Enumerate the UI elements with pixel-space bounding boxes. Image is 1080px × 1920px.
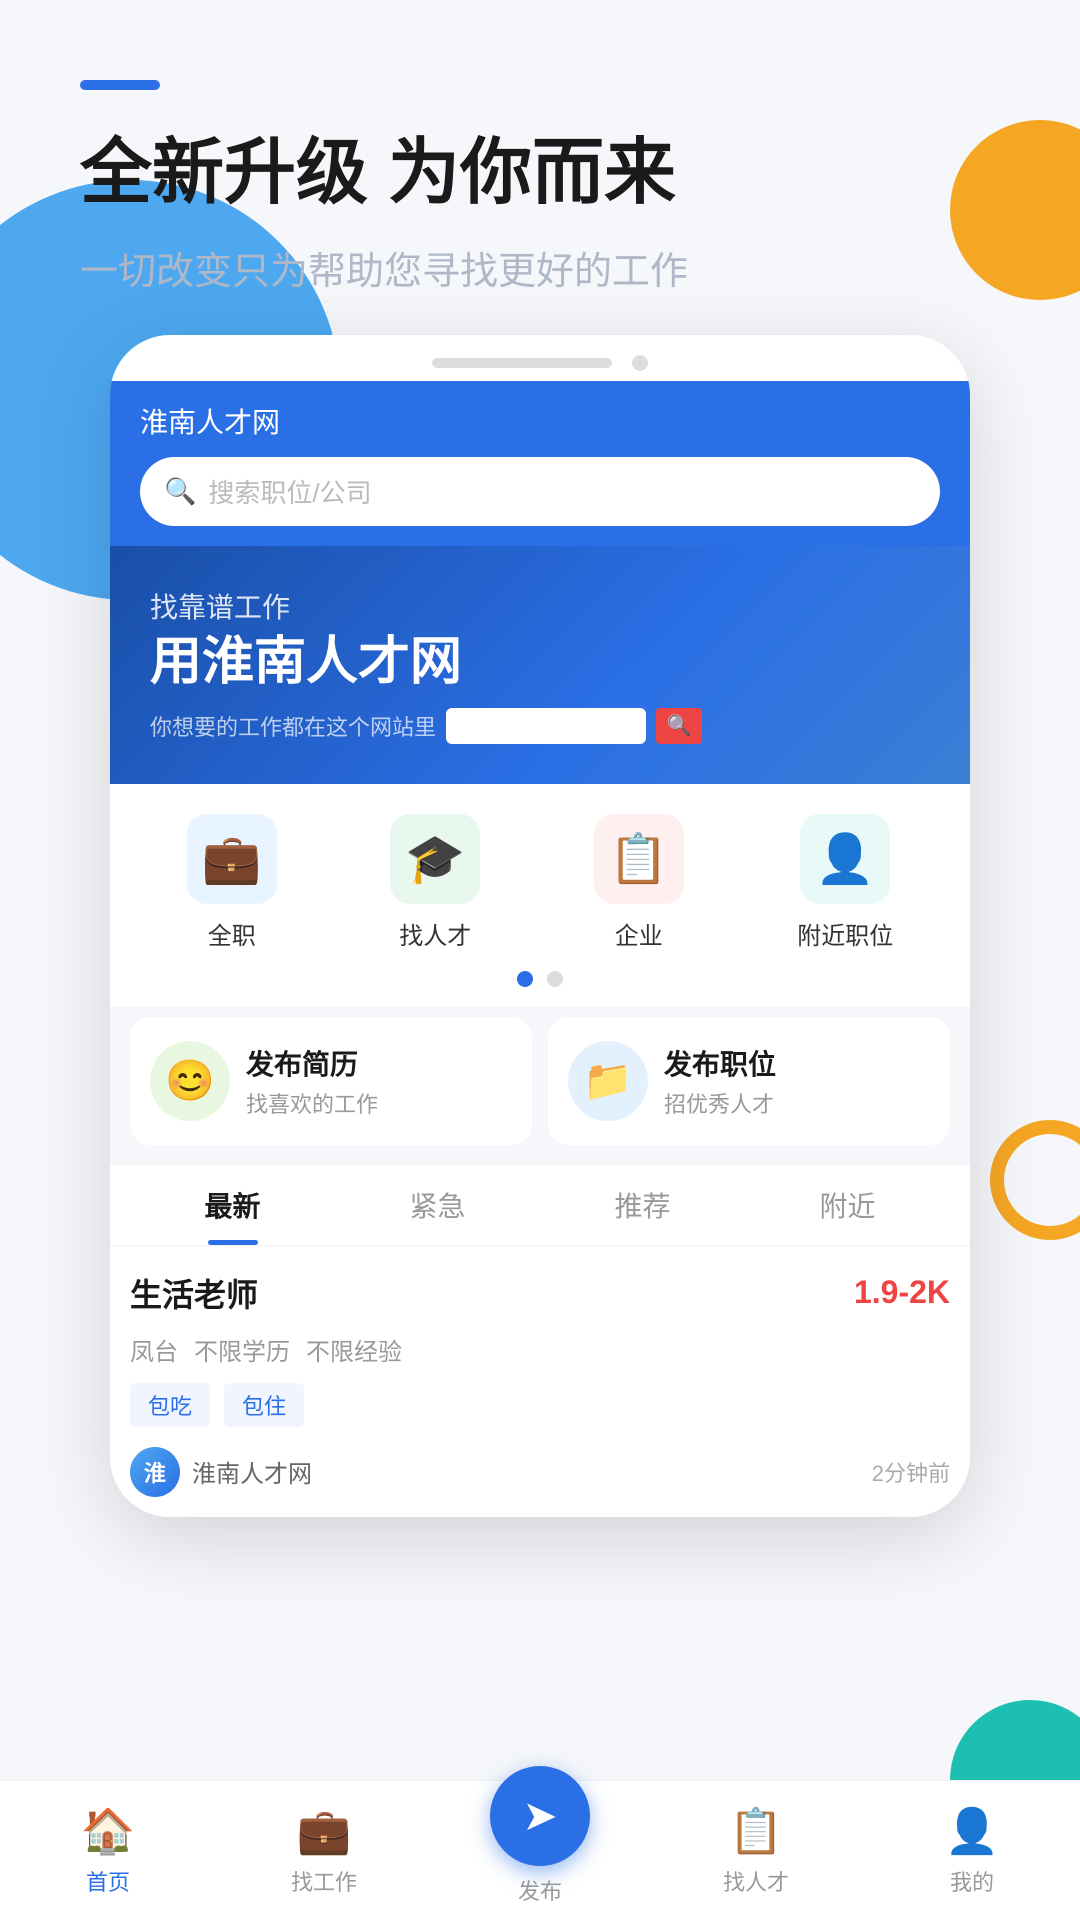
nav-find-job[interactable]: 💼 找工作 bbox=[216, 1781, 432, 1920]
job-tag-experience: 不限经验 bbox=[306, 1332, 402, 1367]
job-listing[interactable]: 生活老师 1.9-2K 凤台 不限学历 不限经验 包吃 包住 淮 淮南人才网 2… bbox=[110, 1246, 970, 1517]
dot-2 bbox=[547, 971, 563, 987]
search-icon: 🔍 bbox=[164, 476, 196, 507]
page-subtitle: 一切改变只为帮助您寻找更好的工作 bbox=[80, 240, 1000, 295]
benefit-tag-housing: 包住 bbox=[224, 1383, 304, 1427]
nav-publish[interactable]: ➤ 发布 bbox=[432, 1781, 648, 1920]
category-item-talent[interactable]: 🎓 找人才 bbox=[390, 814, 480, 951]
nav-home[interactable]: 🏠 首页 bbox=[0, 1781, 216, 1920]
nav-find-talent[interactable]: 📋 找人才 bbox=[648, 1781, 864, 1920]
benefit-tag-food: 包吃 bbox=[130, 1383, 210, 1427]
publish-circle: ➤ bbox=[490, 1766, 590, 1866]
banner-tagline: 你想要的工作都在这个网站里 bbox=[150, 710, 436, 742]
job-tags-row: 凤台 不限学历 不限经验 bbox=[130, 1332, 950, 1367]
action-card-job[interactable]: 📁 发布职位 招优秀人才 bbox=[548, 1017, 950, 1145]
job-tag-location: 凤台 bbox=[130, 1332, 178, 1367]
category-grid: 💼 全职 🎓 找人才 📋 企业 👤 附近职位 bbox=[110, 784, 970, 961]
category-icon-talent: 🎓 bbox=[390, 814, 480, 904]
tabs-row: 最新 紧急 推荐 附近 bbox=[110, 1165, 970, 1246]
find-talent-icon: 📋 bbox=[729, 1805, 784, 1857]
app-name: 淮南人才网 bbox=[140, 401, 940, 441]
app-header: 淮南人才网 🔍 搜索职位/公司 bbox=[110, 381, 970, 546]
nav-find-job-label: 找工作 bbox=[291, 1865, 357, 1897]
job-tag-education: 不限学历 bbox=[194, 1332, 290, 1367]
profile-icon: 👤 bbox=[945, 1805, 1000, 1857]
category-icon-enterprise: 📋 bbox=[594, 814, 684, 904]
nav-publish-label: 发布 bbox=[518, 1874, 562, 1906]
publish-icon: ➤ bbox=[522, 1791, 557, 1840]
phone-notch bbox=[110, 335, 970, 381]
header-dash bbox=[80, 80, 160, 90]
job-footer: 淮 淮南人才网 2分钟前 bbox=[130, 1447, 950, 1497]
banner-search-box[interactable] bbox=[446, 708, 646, 744]
tab-urgent[interactable]: 紧急 bbox=[335, 1165, 540, 1245]
resume-card-sub: 找喜欢的工作 bbox=[246, 1087, 378, 1119]
home-icon: 🏠 bbox=[81, 1805, 136, 1857]
bottom-nav: 🏠 首页 💼 找工作 ➤ 发布 📋 找人才 👤 我的 bbox=[0, 1780, 1080, 1920]
category-icon-nearby: 👤 bbox=[800, 814, 890, 904]
job-post-icon: 📁 bbox=[568, 1041, 648, 1121]
nav-home-label: 首页 bbox=[86, 1865, 130, 1897]
tab-recommend[interactable]: 推荐 bbox=[540, 1165, 745, 1245]
nav-find-talent-label: 找人才 bbox=[723, 1865, 789, 1897]
bg-decor-circle-orange-mid bbox=[990, 1120, 1080, 1240]
tab-nearby[interactable]: 附近 bbox=[745, 1165, 950, 1245]
banner-line1: 找靠谱工作 bbox=[150, 586, 930, 626]
find-job-icon: 💼 bbox=[297, 1805, 352, 1857]
category-label-nearby: 附近职位 bbox=[797, 916, 893, 951]
job-salary: 1.9-2K bbox=[854, 1274, 950, 1311]
action-cards: 😊 发布简历 找喜欢的工作 📁 发布职位 招优秀人才 bbox=[110, 1007, 970, 1165]
company-name: 淮南人才网 bbox=[192, 1454, 312, 1489]
banner-subtitle: 你想要的工作都在这个网站里 🔍 bbox=[150, 708, 930, 744]
category-label-talent: 找人才 bbox=[399, 916, 471, 951]
tab-latest[interactable]: 最新 bbox=[130, 1165, 335, 1245]
banner: 找靠谱工作 用淮南人才网 你想要的工作都在这个网站里 🔍 bbox=[110, 546, 970, 783]
job-benefit-tags: 包吃 包住 bbox=[130, 1383, 950, 1427]
category-icon-fulltime: 💼 bbox=[187, 814, 277, 904]
notch-bar bbox=[432, 358, 612, 368]
category-item-enterprise[interactable]: 📋 企业 bbox=[594, 814, 684, 951]
post-time: 2分钟前 bbox=[872, 1456, 950, 1488]
category-label-fulltime: 全职 bbox=[208, 916, 256, 951]
resume-card-title: 发布简历 bbox=[246, 1043, 378, 1083]
header-section: 全新升级 为你而来 一切改变只为帮助您寻找更好的工作 bbox=[0, 0, 1080, 295]
nav-profile[interactable]: 👤 我的 bbox=[864, 1781, 1080, 1920]
job-listing-header: 生活老师 1.9-2K bbox=[130, 1270, 950, 1316]
banner-search-btn[interactable]: 🔍 bbox=[656, 708, 702, 744]
dot-1 bbox=[517, 971, 533, 987]
phone-mockup: 淮南人才网 🔍 搜索职位/公司 找靠谱工作 用淮南人才网 你想要的工作都在这个网… bbox=[110, 335, 970, 1516]
carousel-dots bbox=[110, 961, 970, 1007]
job-card-title: 发布职位 bbox=[664, 1043, 776, 1083]
search-bar[interactable]: 🔍 搜索职位/公司 bbox=[140, 457, 940, 526]
job-card-sub: 招优秀人才 bbox=[664, 1087, 776, 1119]
company-info: 淮 淮南人才网 bbox=[130, 1447, 312, 1497]
job-title: 生活老师 bbox=[130, 1270, 258, 1316]
nav-profile-label: 我的 bbox=[950, 1865, 994, 1897]
company-logo: 淮 bbox=[130, 1447, 180, 1497]
action-card-resume[interactable]: 😊 发布简历 找喜欢的工作 bbox=[130, 1017, 532, 1145]
category-item-nearby[interactable]: 👤 附近职位 bbox=[797, 814, 893, 951]
search-input[interactable]: 搜索职位/公司 bbox=[208, 473, 371, 510]
page-title: 全新升级 为你而来 bbox=[80, 130, 1000, 216]
category-label-enterprise: 企业 bbox=[615, 916, 663, 951]
category-item-fulltime[interactable]: 💼 全职 bbox=[187, 814, 277, 951]
banner-line2: 用淮南人才网 bbox=[150, 634, 930, 691]
notch-dot bbox=[632, 355, 648, 371]
resume-icon: 😊 bbox=[150, 1041, 230, 1121]
